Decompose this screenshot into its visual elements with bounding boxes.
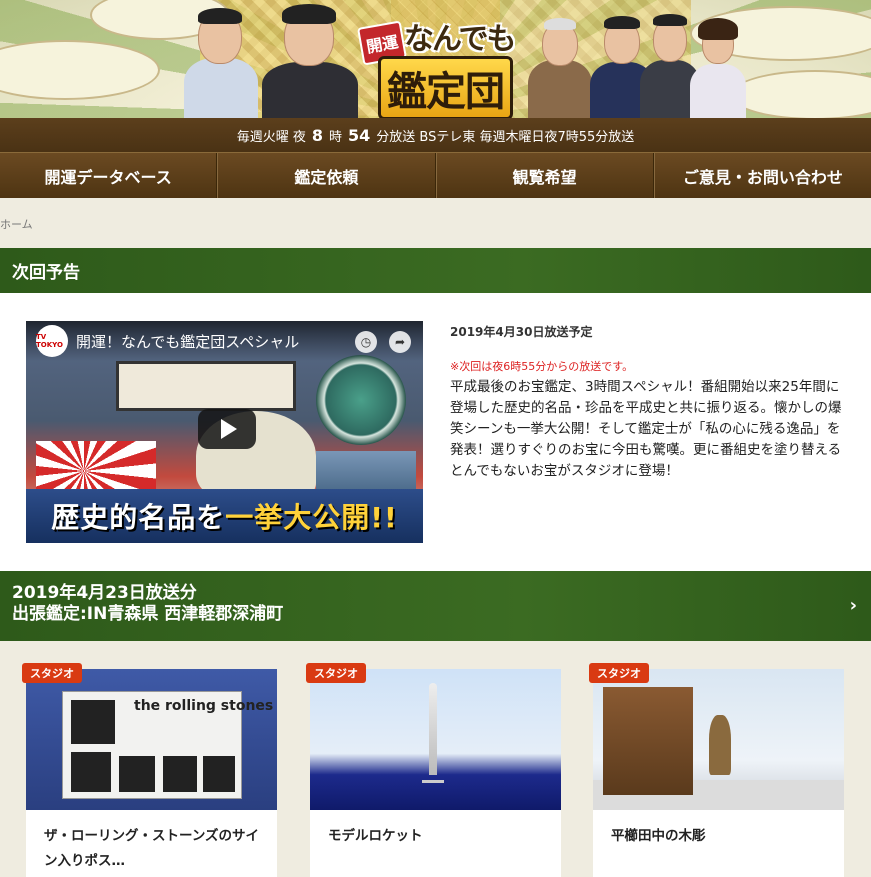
video-caption: 歴史的名品を 一挙大公開!! [26, 489, 423, 543]
video-thumbnail [116, 361, 296, 411]
next-episode-panel: TV TOKYO 開運！なんでも鑑定団スペシャル ◷ ➦ 歴史的名品を 一挙大公開… [0, 293, 871, 571]
wooden-box-image [603, 687, 693, 795]
logo-nandemo: なんでも [404, 22, 516, 57]
card-thumbnail [310, 669, 561, 810]
episode-heading[interactable]: 2019年4月23日放送分 出張鑑定:IN青森県 西津軽郡深浦町 › [0, 571, 871, 641]
appraiser-photo [528, 0, 592, 118]
video-title[interactable]: 開運！なんでも鑑定団スペシャル [76, 331, 299, 352]
header-banner: 開運 なんでも 鑑定団 [0, 0, 871, 118]
video-thumbnail [316, 355, 406, 445]
share-icon[interactable]: ➦ [389, 331, 411, 353]
channel-avatar[interactable]: TV TOKYO [36, 325, 68, 357]
schedule-text: 時 [328, 129, 342, 145]
broadcast-note: ※次回は夜6時55分からの放送です。 [450, 360, 634, 373]
episode-description: 平成最後のお宝鑑定、3時間スペシャル！番組開始以来25年間に登場した歴史的名品・… [450, 379, 842, 479]
nav-item-contact[interactable]: ご意見・お問い合わせ [653, 153, 871, 198]
play-button[interactable] [198, 409, 256, 449]
breadcrumb: ホーム [0, 198, 871, 248]
caption-highlight: 一挙大公開!! [225, 501, 398, 534]
nav-item-appraisal-request[interactable]: 鑑定依頼 [217, 153, 436, 198]
treasure-cards: スタジオ the rolling stones ザ・ローリング・ストーンズのサイ… [0, 641, 871, 877]
wood-carving-image [709, 715, 731, 775]
nav-item-database[interactable]: 開運データベース [0, 153, 218, 198]
card-thumbnail [593, 669, 844, 810]
next-episode-info: 2019年4月30日放送予定 ※次回は夜6時55分からの放送です。 平成最後のお… [450, 323, 850, 482]
rocket-stand-image [422, 773, 444, 783]
broadcast-date: 2019年4月30日放送予定 [450, 325, 593, 339]
appraiser-photo [690, 0, 746, 118]
host-photo [262, 0, 358, 118]
treasure-card[interactable]: スタジオ 平櫛田中の木彫 [589, 663, 844, 877]
rocket-image [429, 683, 437, 775]
poster-text: the rolling stones [134, 698, 274, 714]
card-thumbnail: the rolling stones [26, 669, 277, 810]
card-title[interactable]: 平櫛田中の木彫 [593, 810, 844, 849]
breadcrumb-home[interactable]: ホーム [0, 218, 33, 231]
episode-location: 出張鑑定:IN青森県 西津軽郡深浦町 [12, 604, 284, 624]
studio-tag: スタジオ [306, 663, 366, 683]
studio-tag: スタジオ [22, 663, 82, 683]
caption-text: 歴史的名品を [51, 501, 226, 534]
clock-icon[interactable]: ◷ [355, 331, 377, 353]
schedule-minute: 54 [348, 125, 371, 145]
video-player[interactable]: TV TOKYO 開運！なんでも鑑定団スペシャル ◷ ➦ 歴史的名品を 一挙大公開… [26, 321, 423, 543]
studio-tag: スタジオ [589, 663, 649, 683]
cloud-decoration [730, 70, 871, 118]
chevron-right-icon[interactable]: › [850, 595, 857, 616]
next-episode-heading: 次回予告 [0, 248, 871, 293]
card-title[interactable]: モデルロケット [310, 810, 561, 849]
host-photo [180, 0, 260, 118]
schedule-text: 分放送 BSテレ東 毎週木曜日夜7時55分放送 [376, 129, 635, 145]
broadcast-schedule: 毎週火曜 夜 8 時 54 分放送 BSテレ東 毎週木曜日夜7時55分放送 [0, 118, 871, 152]
schedule-hour: 8 [311, 125, 323, 145]
show-logo[interactable]: 開運 なんでも 鑑定団 [357, 8, 530, 118]
treasure-card[interactable]: スタジオ the rolling stones ザ・ローリング・ストーンズのサイ… [22, 663, 277, 877]
main-nav: 開運データベース 鑑定依頼 観覧希望 ご意見・お問い合わせ [0, 152, 871, 198]
logo-kanteidan: 鑑定団 [378, 56, 513, 118]
video-controls: ◷ ➦ [355, 331, 411, 353]
schedule-text: 毎週火曜 夜 [236, 129, 306, 145]
episode-date: 2019年4月23日放送分 [12, 583, 197, 603]
card-title[interactable]: ザ・ローリング・ストーンズのサイン入りポス… [26, 810, 277, 874]
nav-item-audience[interactable]: 観覧希望 [435, 153, 654, 198]
treasure-card[interactable]: スタジオ モデルロケット [306, 663, 561, 877]
